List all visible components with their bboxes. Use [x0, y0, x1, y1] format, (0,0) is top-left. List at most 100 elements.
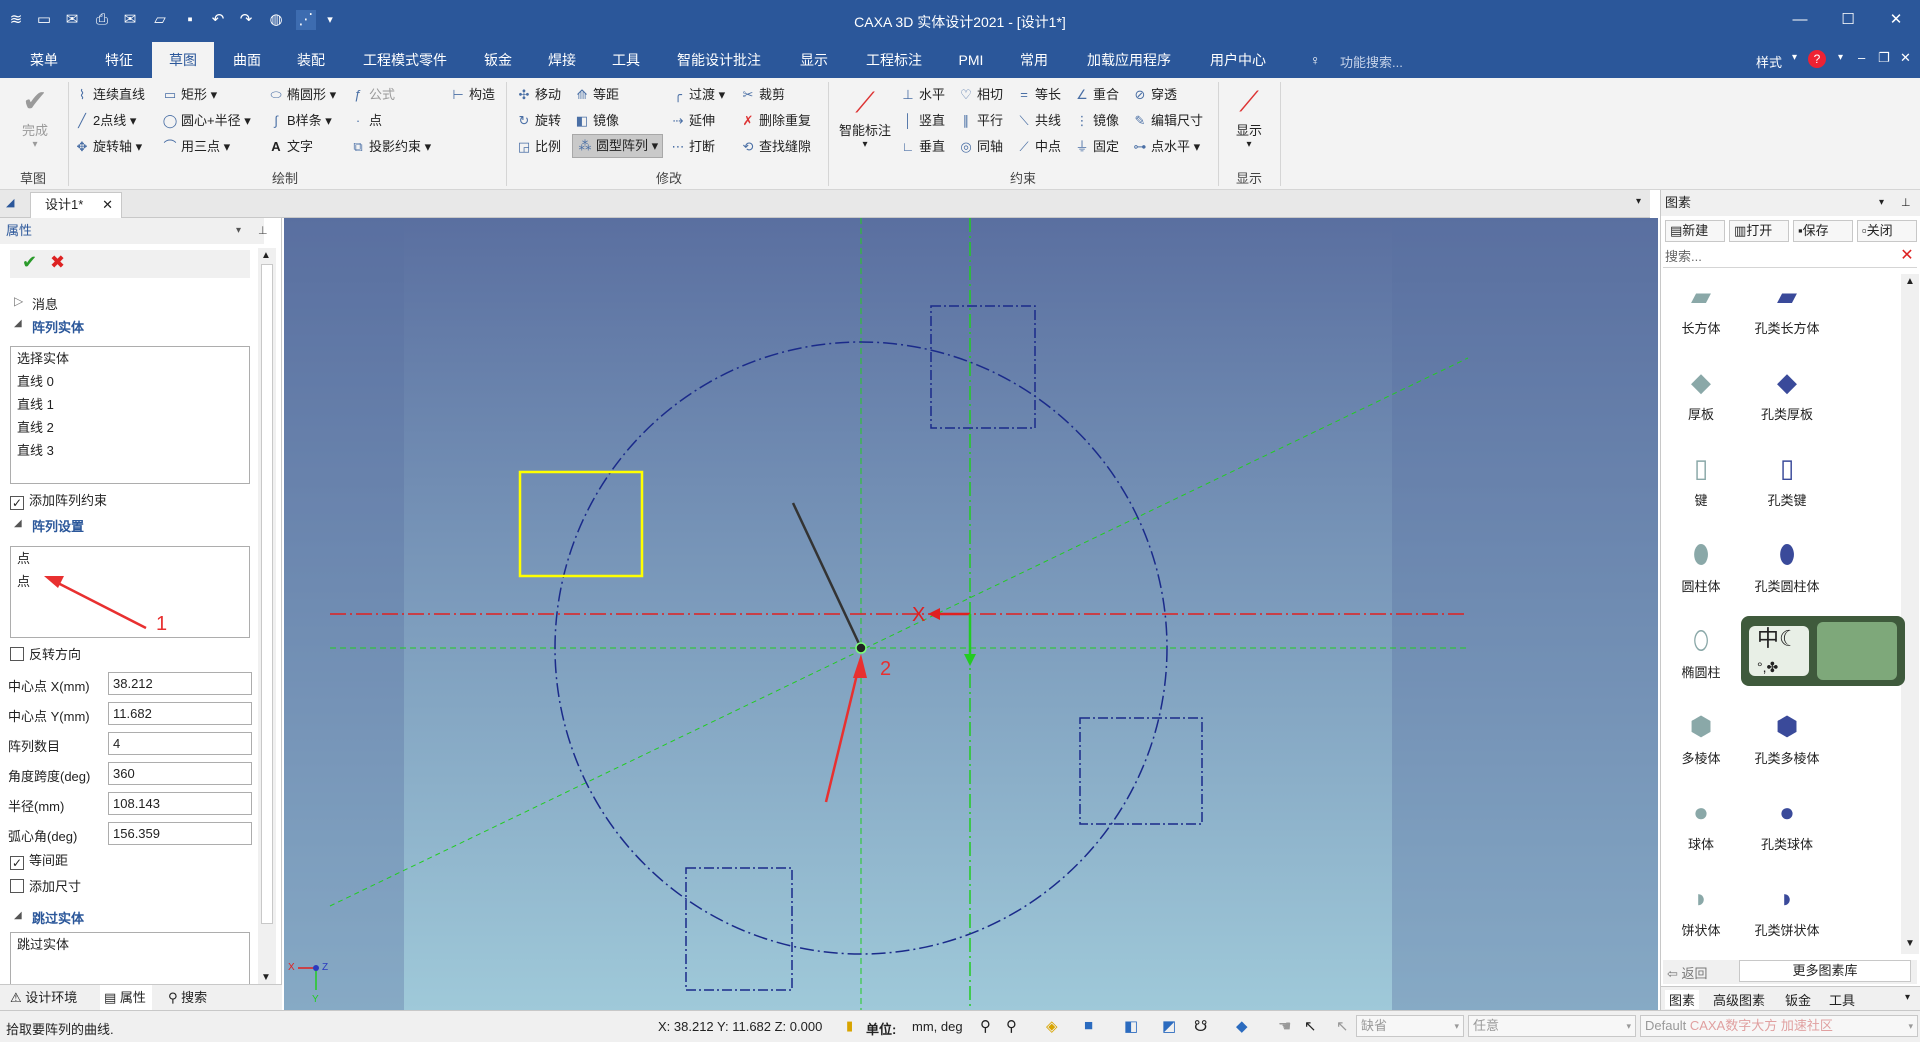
tab-engineering-part[interactable]: 工程模式零件	[350, 42, 460, 78]
scroll-up-icon[interactable]: ▲	[1905, 276, 1915, 287]
library-search-input[interactable]: 搜索... ✕	[1663, 246, 1917, 268]
filter-combo-3[interactable]: Default CAXA数字大方 加速社区 ▾	[1640, 1015, 1918, 1037]
add-array-constraint-checkbox[interactable]: ✓ 添加阵列约束	[10, 492, 107, 510]
center-y-input[interactable]: 11.682	[108, 702, 252, 725]
equal-length-button[interactable]: = 等长	[1016, 84, 1061, 106]
rectangle-button[interactable]: ▭ 矩形 ▾	[162, 84, 217, 106]
list-item[interactable]: 点	[11, 547, 249, 570]
tangent-button[interactable]: ♡ 相切	[958, 84, 1003, 106]
library-item[interactable]: ▰ 长方体	[1661, 280, 1741, 337]
rotate-button[interactable]: ↻ 旋转	[516, 110, 561, 132]
list-item[interactable]: 跳过实体	[11, 933, 249, 956]
light-icon[interactable]: ☋	[1194, 1017, 1207, 1035]
library-save-button[interactable]: ▪保存	[1793, 220, 1853, 242]
perpendicular-button[interactable]: ∟ 垂直	[900, 136, 945, 158]
fillet-button[interactable]: ╭ 过渡 ▾	[670, 84, 725, 106]
shading-icon[interactable]: ■	[1084, 1017, 1093, 1034]
tab-smart-annotation[interactable]: 智能设计批注	[664, 42, 774, 78]
filter-combo-2[interactable]: 任意 ▾	[1468, 1015, 1636, 1037]
tab-list-chevron-icon[interactable]: ▾	[1636, 196, 1641, 207]
library-item[interactable]: ● 球体	[1661, 796, 1741, 853]
break-button[interactable]: ⋯ 打断	[670, 136, 716, 158]
library-item[interactable]: ⬮ 孔类圆柱体	[1737, 538, 1837, 595]
arc-angle-input[interactable]: 156.359	[108, 822, 252, 845]
tab-library-sheet-metal[interactable]: 钣金	[1785, 990, 1811, 1009]
delete-duplicate-button[interactable]: ✗ 删除重复	[740, 110, 811, 132]
construction-button[interactable]: ⊢ 构造	[450, 84, 495, 106]
coincident-button[interactable]: ∠ 重合	[1074, 84, 1119, 106]
library-scrollbar[interactable]: ▲ ▼	[1901, 274, 1919, 954]
skip-entity-list[interactable]: 跳过实体	[10, 932, 250, 988]
doc-minimize-icon[interactable]: –	[1858, 50, 1865, 65]
tab-advanced-elements[interactable]: 高级图素	[1713, 990, 1765, 1009]
text-button[interactable]: A 文字	[268, 136, 313, 158]
mirror-constraint-button[interactable]: ⋮ 镜像	[1074, 110, 1120, 132]
help-chevron-icon[interactable]: ▾	[1838, 52, 1843, 63]
vertical-button[interactable]: │ 竖直	[900, 110, 945, 132]
library-item[interactable]: ◗ 孔类饼状体	[1737, 882, 1837, 939]
circular-array-button[interactable]: ⁂ 圆型阵列 ▾	[572, 134, 664, 158]
collapse-arrow-icon[interactable]: ◢	[14, 518, 22, 529]
tab-common[interactable]: 常用	[1004, 42, 1064, 78]
skip-entity-section[interactable]: 跳过实体	[32, 908, 84, 927]
parallel-button[interactable]: ∥ 平行	[958, 110, 1003, 132]
library-item[interactable]: ▰ 孔类长方体	[1737, 280, 1837, 337]
tab-pmi[interactable]: PMI	[944, 42, 998, 78]
tab-display[interactable]: 显示	[784, 42, 844, 78]
horizontal-button[interactable]: ⊥ 水平	[900, 84, 945, 106]
scroll-down-icon[interactable]: ▼	[261, 972, 271, 983]
tab-sheet-metal[interactable]: 钣金	[468, 42, 528, 78]
pin-icon[interactable]: ⊥	[258, 218, 268, 244]
array-count-input[interactable]: 4	[108, 732, 252, 755]
tab-design1[interactable]: 设计1* ✕	[30, 192, 122, 218]
render-icon[interactable]: ◧	[1124, 1017, 1138, 1035]
library-tab-chevron-icon[interactable]: ▾	[1905, 992, 1910, 1003]
message-section[interactable]: 消息	[32, 294, 58, 313]
select-filter-icon[interactable]: ↖	[1336, 1017, 1349, 1035]
design-canvas[interactable]: X 2 X Z Y	[284, 218, 1658, 1010]
library-new-button[interactable]: ▤新建	[1665, 220, 1725, 242]
list-item[interactable]: 选择实体	[11, 347, 249, 370]
cancel-x-icon[interactable]: ✖	[50, 252, 65, 273]
library-item[interactable]: ⬮ 圆柱体	[1661, 538, 1741, 595]
close-button[interactable]: ✕	[1881, 8, 1911, 32]
add-dimension-checkbox[interactable]: 添加尺寸	[10, 878, 81, 896]
zoom-window-icon[interactable]: ⚲	[1006, 1017, 1017, 1035]
offset-button[interactable]: ⟰ 等距	[574, 84, 619, 106]
library-item[interactable]: ⬢ 多棱体	[1661, 710, 1741, 767]
library-menu-chevron-icon[interactable]: ▾	[1879, 190, 1884, 216]
array-entity-section[interactable]: 阵列实体	[32, 317, 84, 336]
tab-library-tools[interactable]: 工具	[1829, 990, 1855, 1009]
doc-close-icon[interactable]: ✕	[1900, 50, 1911, 66]
bspline-button[interactable]: ∫ B样条 ▾	[268, 110, 332, 132]
tab-sketch[interactable]: 草图	[152, 42, 214, 78]
ime-status-icon[interactable]: 中☾ °,✤	[1749, 626, 1809, 676]
library-item[interactable]: ⬢ 孔类多棱体	[1737, 710, 1837, 767]
scroll-down-icon[interactable]: ▼	[1905, 938, 1915, 949]
tab-weld[interactable]: 焊接	[532, 42, 592, 78]
array-entity-list[interactable]: 选择实体 直线 0 直线 1 直线 2 直线 3	[10, 346, 250, 484]
collapse-arrow-icon[interactable]: ◢	[14, 910, 22, 921]
scroll-up-icon[interactable]: ▲	[261, 250, 271, 261]
style-dropdown[interactable]: 样式	[1756, 52, 1782, 71]
help-icon[interactable]: ?	[1808, 50, 1826, 68]
center-x-input[interactable]: 38.212	[108, 672, 252, 695]
library-item[interactable]: ◆ 孔类厚板	[1737, 366, 1837, 423]
point-button[interactable]: · 点	[350, 110, 382, 132]
midpoint-button[interactable]: ⟋ 中点	[1016, 136, 1061, 158]
maximize-button[interactable]: ☐	[1833, 8, 1863, 32]
ellipse-button[interactable]: ⬭ 椭圆形 ▾	[268, 84, 336, 106]
tab-search[interactable]: ⚲ 搜索	[164, 985, 207, 1011]
minimize-button[interactable]: —	[1785, 8, 1815, 32]
polyline-button[interactable]: ⌇ 连续直线	[74, 84, 145, 106]
find-gap-button[interactable]: ⟲ 查找缝隙	[740, 136, 811, 158]
tab-menu[interactable]: 菜单	[14, 42, 74, 78]
tab-close-icon[interactable]: ✕	[102, 193, 113, 217]
back-button[interactable]: ⇦ 返回	[1667, 963, 1708, 982]
two-point-line-button[interactable]: ╱ 2点线 ▾	[74, 110, 136, 132]
tab-eng-dimension[interactable]: 工程标注	[852, 42, 936, 78]
angle-span-input[interactable]: 360	[108, 762, 252, 785]
library-item[interactable]: ⬯ 椭圆柱	[1661, 624, 1741, 681]
equal-spacing-checkbox[interactable]: ✓ 等间距	[10, 852, 68, 870]
ime-widget[interactable]: 中☾ °,✤	[1741, 616, 1905, 686]
